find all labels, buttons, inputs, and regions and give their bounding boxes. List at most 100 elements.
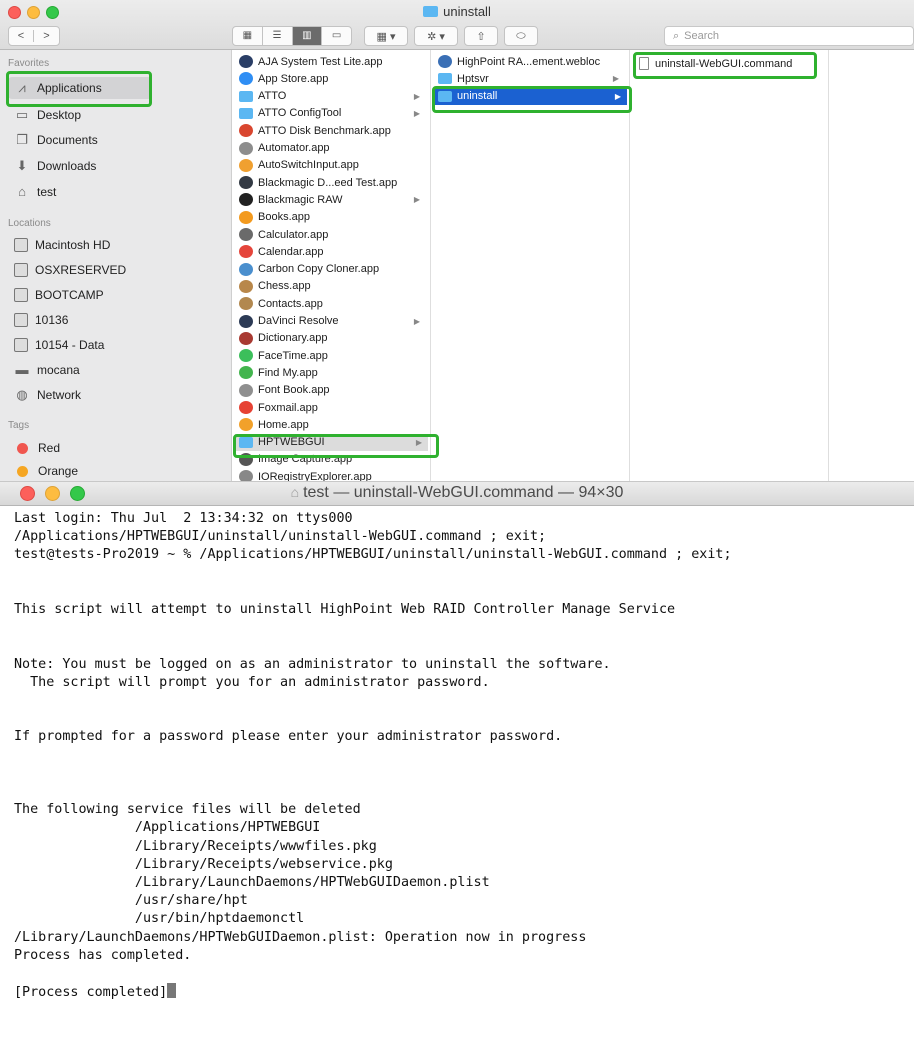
file-name-label: AJA System Test Lite.app bbox=[258, 55, 383, 68]
app-icon bbox=[239, 452, 253, 466]
file-list-item[interactable]: IORegistryExplorer.app bbox=[239, 468, 426, 481]
file-list-item[interactable]: Home.app bbox=[239, 416, 426, 433]
file-list-item[interactable]: Carbon Copy Cloner.app bbox=[239, 261, 426, 278]
disclosure-arrow-icon: ▶ bbox=[413, 108, 420, 118]
file-list-item[interactable]: Calendar.app bbox=[239, 243, 426, 260]
file-list-item[interactable]: Hptsvr ▶ bbox=[438, 70, 625, 87]
text-cursor bbox=[167, 983, 177, 999]
file-list-item[interactable]: App Store.app bbox=[239, 70, 426, 87]
file-list-item[interactable]: uninstall-WebGUI.command bbox=[637, 55, 824, 72]
tags-button[interactable]: ⬭ bbox=[504, 26, 538, 46]
sidebar-item-test[interactable]: ⌂ test bbox=[14, 181, 56, 203]
sidebar-item-tag-orange[interactable]: Orange bbox=[14, 460, 78, 481]
browser-column-empty[interactable] bbox=[830, 50, 914, 481]
app-icon bbox=[239, 418, 253, 432]
gallery-view-button[interactable]: ▭ bbox=[322, 27, 351, 45]
sidebar-item-bootcamp[interactable]: BOOTCAMP bbox=[14, 284, 104, 306]
file-list-item[interactable]: Font Book.app bbox=[239, 382, 426, 399]
app-icon bbox=[239, 401, 253, 414]
icon-view-button[interactable]: ▦ bbox=[233, 27, 263, 45]
browser-column-applications[interactable]: AJA System Test Lite.app App Store.app ATT… bbox=[233, 50, 431, 481]
terminal-line: /Applications/HPTWEBGUI/uninstall/uninst… bbox=[14, 529, 547, 545]
sidebar-heading-favorites: Favorites bbox=[8, 58, 50, 69]
file-list-item[interactable]: Dictionary.app bbox=[239, 330, 426, 347]
sidebar-heading-locations: Locations bbox=[8, 218, 51, 229]
file-name-label: Foxmail.app bbox=[258, 401, 318, 414]
disk-icon bbox=[14, 288, 28, 302]
network-globe-icon: ◍ bbox=[16, 387, 28, 402]
file-list-item[interactable]: AJA System Test Lite.app bbox=[239, 53, 426, 70]
file-list-item[interactable]: HighPoint RA...ement.webloc bbox=[438, 53, 625, 70]
sidebar-item-10136[interactable]: 10136 bbox=[14, 309, 68, 331]
sidebar-item-downloads[interactable]: ⬇ Downloads bbox=[14, 155, 97, 177]
sidebar-item-desktop[interactable]: ▭ Desktop bbox=[14, 104, 81, 126]
sidebar-item-mocana[interactable]: ▬ mocana bbox=[14, 359, 80, 381]
file-name-label: FaceTime.app bbox=[258, 349, 328, 362]
window-title-text: uninstall bbox=[443, 4, 491, 19]
app-icon bbox=[239, 176, 253, 190]
file-list-item[interactable]: Contacts.app bbox=[239, 295, 426, 312]
search-input[interactable]: ⌕ Search bbox=[664, 26, 914, 46]
terminal-window: ⌂ test — uninstall-WebGUI.command — 94×30… bbox=[0, 482, 914, 1052]
folder-icon bbox=[438, 90, 452, 102]
group-by-button[interactable]: ▦ ▾ bbox=[364, 26, 408, 46]
sidebar-item-macintosh-hd[interactable]: Macintosh HD bbox=[14, 234, 110, 256]
terminal-line: /Library/LaunchDaemons/HPTWebGUIDaemon.p… bbox=[14, 874, 490, 890]
sidebar-item-10154-data[interactable]: 10154 - Data bbox=[14, 334, 104, 356]
back-button[interactable]: < bbox=[9, 30, 35, 42]
terminal-output[interactable]: Last login: Thu Jul 2 13:34:32 on ttys00… bbox=[14, 510, 910, 1002]
action-gear-button[interactable]: ✲ ▾ bbox=[414, 26, 458, 46]
file-list-item[interactable]: Blackmagic RAW ▶ bbox=[239, 191, 426, 208]
file-list-item[interactable]: Blackmagic D...eed Test.app bbox=[239, 174, 426, 191]
file-name-label: HighPoint RA...ement.webloc bbox=[457, 55, 601, 68]
file-list-item[interactable]: Foxmail.app bbox=[239, 399, 426, 416]
file-list-item[interactable]: FaceTime.app bbox=[239, 347, 426, 364]
terminal-title-user: test bbox=[303, 484, 329, 501]
file-list-item[interactable]: uninstall ▶ bbox=[434, 87, 627, 105]
disclosure-arrow-icon: ▶ bbox=[413, 91, 420, 101]
file-list-item[interactable]: Image Capture.app bbox=[239, 451, 426, 468]
file-list-item[interactable]: Find My.app bbox=[239, 364, 426, 381]
sidebar-item-network[interactable]: ◍ Network bbox=[14, 384, 81, 406]
sidebar-item-applications[interactable]: ⩘ Applications bbox=[8, 77, 152, 99]
file-list-item[interactable]: ATTO ConfigTool ▶ bbox=[239, 105, 426, 122]
file-list-item[interactable]: Calculator.app bbox=[239, 226, 426, 243]
file-list-item[interactable]: ATTO Disk Benchmark.app bbox=[239, 122, 426, 139]
file-name-label: ATTO bbox=[258, 90, 287, 103]
terminal-title-text: — uninstall-WebGUI.command — 94×30 bbox=[328, 484, 624, 501]
list-view-button[interactable]: ☰ bbox=[263, 27, 293, 45]
sidebar-item-documents[interactable]: ❐ Documents bbox=[14, 129, 98, 151]
downloads-icon: ⬇ bbox=[16, 158, 28, 173]
file-list-item[interactable]: HPTWEBGUI ▶ bbox=[235, 433, 428, 451]
folder-icon bbox=[239, 107, 253, 119]
file-name-label: HPTWEBGUI bbox=[258, 436, 325, 449]
terminal-line: [Process completed] bbox=[14, 983, 910, 1002]
file-list-item[interactable]: ATTO ▶ bbox=[239, 88, 426, 105]
file-list-item[interactable]: Automator.app bbox=[239, 140, 426, 157]
forward-button[interactable]: > bbox=[34, 30, 59, 42]
share-button[interactable]: ⇧ bbox=[464, 26, 498, 46]
file-list-item[interactable]: Chess.app bbox=[239, 278, 426, 295]
app-icon bbox=[239, 141, 253, 155]
file-list-item[interactable]: Books.app bbox=[239, 209, 426, 226]
finder-toolbar: uninstall < > ▦ ☰ ▥ ▭ ▦ ▾ ✲ ▾ ⇧ ⬭ ⌕ Sear… bbox=[0, 0, 914, 50]
file-list-item[interactable]: AutoSwitchInput.app bbox=[239, 157, 426, 174]
browser-column-uninstall[interactable]: uninstall-WebGUI.command bbox=[631, 50, 829, 481]
file-name-label: Automator.app bbox=[258, 142, 330, 154]
sidebar-item-label: Macintosh HD bbox=[35, 238, 111, 252]
sidebar-item-osxreserved[interactable]: OSXRESERVED bbox=[14, 259, 126, 281]
sidebar-item-label: OSXRESERVED bbox=[35, 263, 127, 277]
sidebar-item-tag-red[interactable]: Red bbox=[14, 437, 60, 459]
column-view-button[interactable]: ▥ bbox=[292, 27, 323, 45]
documents-icon: ❐ bbox=[16, 132, 28, 147]
app-icon bbox=[239, 297, 253, 311]
browser-column-hptwebgui[interactable]: HighPoint RA...ement.webloc Hptsvr ▶ uninst… bbox=[432, 50, 630, 481]
search-icon: ⌕ bbox=[673, 29, 680, 42]
sidebar-item-label: Applications bbox=[37, 81, 102, 95]
app-icon bbox=[239, 349, 253, 363]
file-list-item[interactable]: DaVinci Resolve ▶ bbox=[239, 313, 426, 330]
terminal-line: This script will attempt to uninstall Hi… bbox=[14, 601, 676, 617]
file-name-label: Calendar.app bbox=[258, 245, 324, 258]
